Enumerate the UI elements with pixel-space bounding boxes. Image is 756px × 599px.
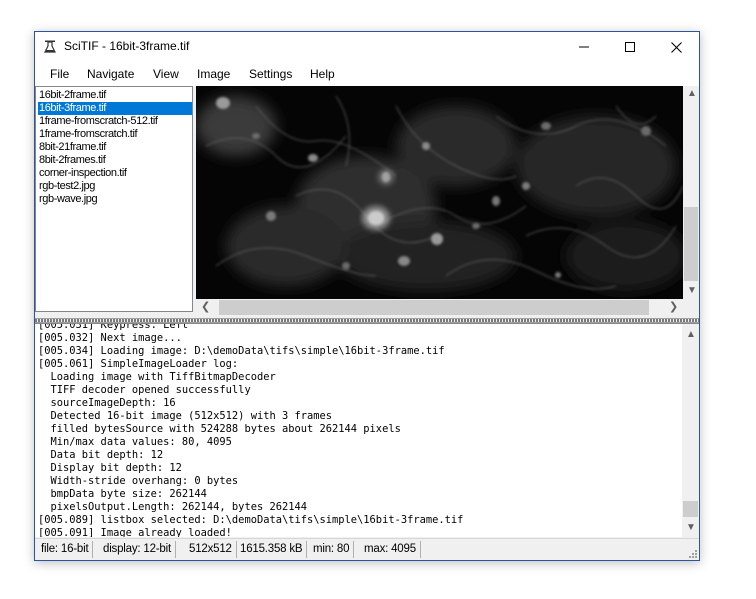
scroll-thumb-horizontal[interactable] xyxy=(219,300,649,315)
scroll-down-icon[interactable]: ▼ xyxy=(686,523,696,533)
menu-image[interactable]: Image xyxy=(197,67,230,81)
log-vertical-scrollbar[interactable]: ▲ ▼ xyxy=(682,324,699,537)
log-line: [005.089] listbox selected: D:\demoData\… xyxy=(38,514,464,526)
list-item[interactable]: 8bit-2frames.tif xyxy=(38,154,192,167)
neuron-image-render xyxy=(196,86,683,299)
status-min: min: 80 xyxy=(309,541,355,558)
log-textbox[interactable]: [005.031] Keypress: Left [005.032] Next … xyxy=(35,323,699,537)
scroll-right-icon[interactable]: ❯ xyxy=(669,302,678,313)
scroll-down-icon[interactable]: ▼ xyxy=(687,286,697,296)
close-icon xyxy=(670,41,682,53)
scroll-left-icon[interactable]: ❮ xyxy=(201,302,210,313)
list-item[interactable]: 16bit-2frame.tif xyxy=(38,89,192,102)
list-item-selected[interactable]: 16bit-3frame.tif xyxy=(38,102,192,115)
menu-bar: File Navigate View Image Settings Help xyxy=(35,62,699,86)
maximize-icon xyxy=(625,42,635,52)
minimize-button[interactable] xyxy=(561,32,607,62)
log-line: bmpData byte size: 262144 xyxy=(38,488,207,500)
log-line: Display bit depth: 12 xyxy=(38,462,182,474)
log-line: Min/max data values: 80, 4095 xyxy=(38,436,232,448)
list-item[interactable]: rgb-wave.jpg xyxy=(38,193,192,206)
list-item[interactable]: 1frame-fromscratch.tif xyxy=(38,128,192,141)
log-line: Data bit depth: 12 xyxy=(38,449,164,461)
log-line: [005.091] Image already loaded! xyxy=(38,527,232,537)
list-item[interactable]: corner-inspection.tif xyxy=(38,167,192,180)
status-display-depth: display: 12-bit xyxy=(99,541,176,558)
status-dimensions: 512x512 xyxy=(185,541,237,558)
list-item[interactable]: 8bit-21frame.tif xyxy=(38,141,192,154)
status-file-depth: file: 16-bit xyxy=(37,541,94,558)
resize-grip-icon[interactable] xyxy=(687,548,697,558)
log-line: [005.031] Keypress: Left xyxy=(38,323,189,331)
scroll-thumb[interactable] xyxy=(683,501,698,517)
log-line: Loading image with TiffBitmapDecoder xyxy=(38,371,276,383)
minimize-icon xyxy=(579,46,589,48)
menu-navigate[interactable]: Navigate xyxy=(87,67,134,81)
menu-file[interactable]: File xyxy=(50,67,69,81)
log-line: TIFF decoder opened successfully xyxy=(38,384,251,396)
log-line: sourceImageDepth: 16 xyxy=(38,397,176,409)
log-line: [005.034] Loading image: D:\demoData\tif… xyxy=(38,345,445,357)
file-listbox[interactable]: 16bit-2frame.tif 16bit-3frame.tif 1frame… xyxy=(35,86,193,312)
menu-help[interactable]: Help xyxy=(310,67,335,81)
menu-settings[interactable]: Settings xyxy=(249,67,292,81)
list-item[interactable]: rgb-test2.jpg xyxy=(38,180,192,193)
window-title: SciTIF - 16bit-3frame.tif xyxy=(64,39,190,53)
title-bar[interactable]: SciTIF - 16bit-3frame.tif xyxy=(35,32,699,62)
log-line: [005.032] Next image... xyxy=(38,332,182,344)
scroll-thumb[interactable] xyxy=(684,207,698,281)
log-line: Detected 16-bit image (512x512) with 3 f… xyxy=(38,410,333,422)
log-line: Width-stride overhang: 0 bytes xyxy=(38,475,239,487)
microscopy-image[interactable] xyxy=(196,86,683,299)
status-max: max: 4095 xyxy=(360,541,421,558)
status-file-size: 1615.358 kB xyxy=(236,541,308,558)
flask-icon xyxy=(44,40,56,53)
log-line: filled bytesSource with 524288 bytes abo… xyxy=(38,423,401,435)
scroll-up-icon[interactable]: ▲ xyxy=(687,89,697,99)
log-line: pixelsOutput.Length: 262144, bytes 26214… xyxy=(38,501,308,513)
image-horizontal-scrollbar[interactable]: ❮ ❯ xyxy=(196,299,683,316)
maximize-button[interactable] xyxy=(607,32,653,62)
menu-view[interactable]: View xyxy=(153,67,179,81)
scroll-up-icon[interactable]: ▲ xyxy=(686,330,696,340)
image-pane: ▲ ▼ ❮ ❯ xyxy=(196,86,699,316)
close-button[interactable] xyxy=(653,32,699,62)
app-window: SciTIF - 16bit-3frame.tif File Navigate … xyxy=(34,31,700,561)
image-vertical-scrollbar[interactable]: ▲ ▼ xyxy=(683,86,699,299)
log-line: [005.061] SimpleImageLoader log: xyxy=(38,358,239,370)
status-bar: file: 16-bit display: 12-bit 512x512 161… xyxy=(35,538,699,560)
list-item[interactable]: 1frame-fromscratch-512.tif xyxy=(38,115,192,128)
